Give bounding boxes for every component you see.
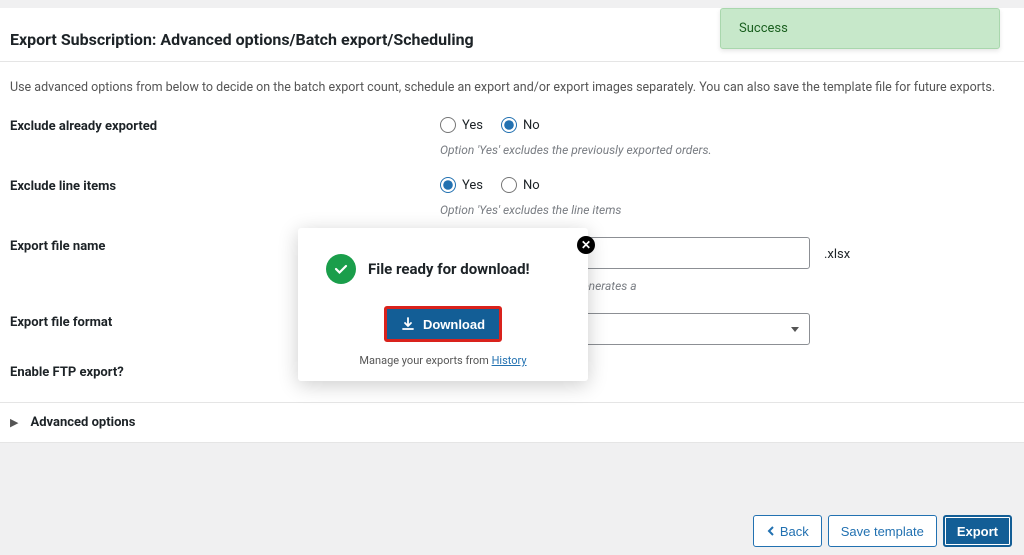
exclude-exported-label: Exclude already exported: [10, 117, 440, 134]
history-link[interactable]: History: [492, 354, 527, 367]
export-button[interactable]: Export: [943, 515, 1012, 547]
field-exclude-exported: Exclude already exported Yes No Option '…: [10, 103, 1014, 163]
exclude-line-items-label: Exclude line items: [10, 177, 440, 194]
chevron-right-icon: ▶: [10, 416, 18, 429]
chevron-left-icon: [766, 526, 776, 536]
check-icon: [326, 254, 356, 284]
modal-title: File ready for download!: [368, 260, 530, 278]
close-icon[interactable]: ✕: [577, 236, 595, 254]
exclude-line-no[interactable]: No: [501, 177, 540, 193]
download-icon: [401, 317, 415, 331]
toast-text: Success: [739, 21, 788, 36]
save-template-button[interactable]: Save template: [828, 515, 937, 547]
exclude-exported-hint: Option 'Yes' excludes the previously exp…: [440, 141, 1014, 159]
exclude-exported-yes[interactable]: Yes: [440, 117, 483, 133]
advanced-options-title: Advanced options: [30, 415, 135, 430]
intro-text: Use advanced options from below to decid…: [0, 62, 1024, 103]
download-button[interactable]: Download: [384, 306, 502, 342]
modal-footer: Manage your exports from History: [298, 354, 588, 367]
download-modal: ✕ File ready for download! Download Mana…: [298, 228, 588, 381]
field-exclude-line-items: Exclude line items Yes No Option 'Yes' e…: [10, 163, 1014, 223]
exclude-line-hint: Option 'Yes' excludes the line items: [440, 201, 1014, 219]
page-title: Export Subscription: Advanced options/Ba…: [10, 30, 474, 49]
footer-actions: Back Save template Export: [753, 515, 1012, 547]
file-extension: .xlsx: [824, 247, 850, 262]
advanced-options-accordion[interactable]: ▶ Advanced options: [0, 402, 1024, 443]
success-toast: Success: [720, 8, 1000, 49]
back-button[interactable]: Back: [753, 515, 822, 547]
exclude-exported-no[interactable]: No: [501, 117, 540, 133]
exclude-line-yes[interactable]: Yes: [440, 177, 483, 193]
